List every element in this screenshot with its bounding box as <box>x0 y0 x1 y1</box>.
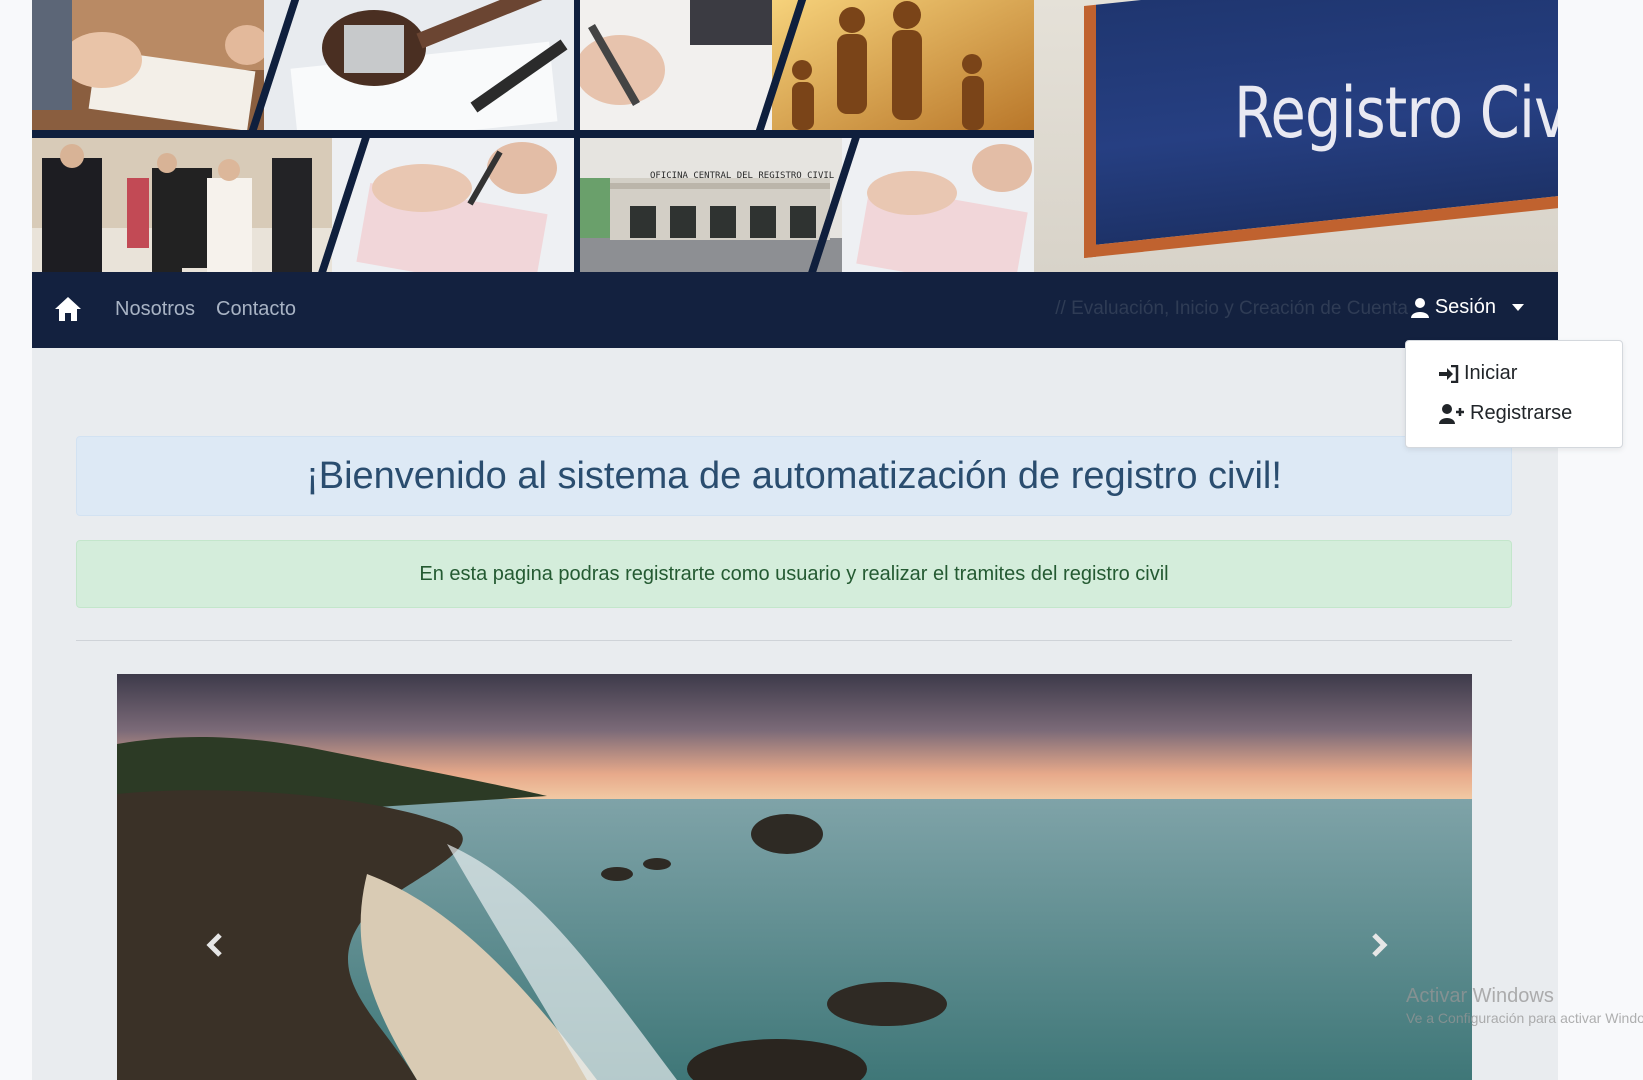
user-plus-icon <box>1439 403 1464 424</box>
welcome-banner: ¡Bienvenido al sistema de automatización… <box>76 436 1512 516</box>
home-icon[interactable] <box>54 296 82 322</box>
dropdown-item-iniciar[interactable]: Iniciar <box>1439 362 1517 385</box>
navbar: Nosotros Contacto // Evaluación, Inicio … <box>32 272 1558 348</box>
session-label: Sesión <box>1434 296 1496 318</box>
carousel <box>117 674 1472 1080</box>
banner-photo-certificate-2 <box>842 138 1034 272</box>
banner-photo-wedding <box>32 138 332 272</box>
nav-link-nosotros[interactable]: Nosotros <box>115 298 195 321</box>
caret-down-icon <box>1512 304 1524 311</box>
session-dropdown-toggle[interactable]: Sesión <box>1410 296 1524 319</box>
page: OFICINA CENTRAL DEL REGISTRO CIVIL Regis… <box>32 0 1558 1080</box>
building-sign-text: OFICINA CENTRAL DEL REGISTRO CIVIL <box>650 171 834 181</box>
sign-text: Registro Civil <box>1234 72 1558 154</box>
windows-watermark-title: Activar Windows <box>1406 985 1554 1007</box>
banner-photo-signing <box>580 0 790 130</box>
user-icon <box>1410 297 1429 318</box>
divider <box>76 640 1512 641</box>
dropdown-item-registrarse[interactable]: Registrarse <box>1439 402 1572 425</box>
info-alert: En esta pagina podras registrarte como u… <box>76 540 1512 608</box>
banner-photo-family <box>772 0 1034 130</box>
windows-watermark-subtitle: Ve a Configuración para activar Windows. <box>1406 1010 1643 1026</box>
banner-photo-gavel <box>264 0 574 130</box>
registro-civil-sign: Registro Civil <box>1034 0 1558 272</box>
nav-hidden-text: // Evaluación, Inicio y Creación de Cuen… <box>1055 298 1408 319</box>
chevron-left-icon[interactable] <box>200 925 230 965</box>
chevron-right-icon[interactable] <box>1364 925 1394 965</box>
banner-photo-building: OFICINA CENTRAL DEL REGISTRO CIVIL <box>580 138 842 272</box>
banner-photo-certificate <box>332 138 574 272</box>
dropdown-item-label: Iniciar <box>1464 362 1518 384</box>
banner-photo-hands-rings <box>32 0 282 130</box>
header-banner: OFICINA CENTRAL DEL REGISTRO CIVIL Regis… <box>32 0 1558 272</box>
dropdown-item-label: Registrarse <box>1470 402 1573 424</box>
session-dropdown-menu: Iniciar Registrarse <box>1405 340 1623 448</box>
nav-link-contacto[interactable]: Contacto <box>216 298 296 321</box>
sign-in-icon <box>1439 364 1459 383</box>
carousel-image-coast <box>117 674 1472 1080</box>
